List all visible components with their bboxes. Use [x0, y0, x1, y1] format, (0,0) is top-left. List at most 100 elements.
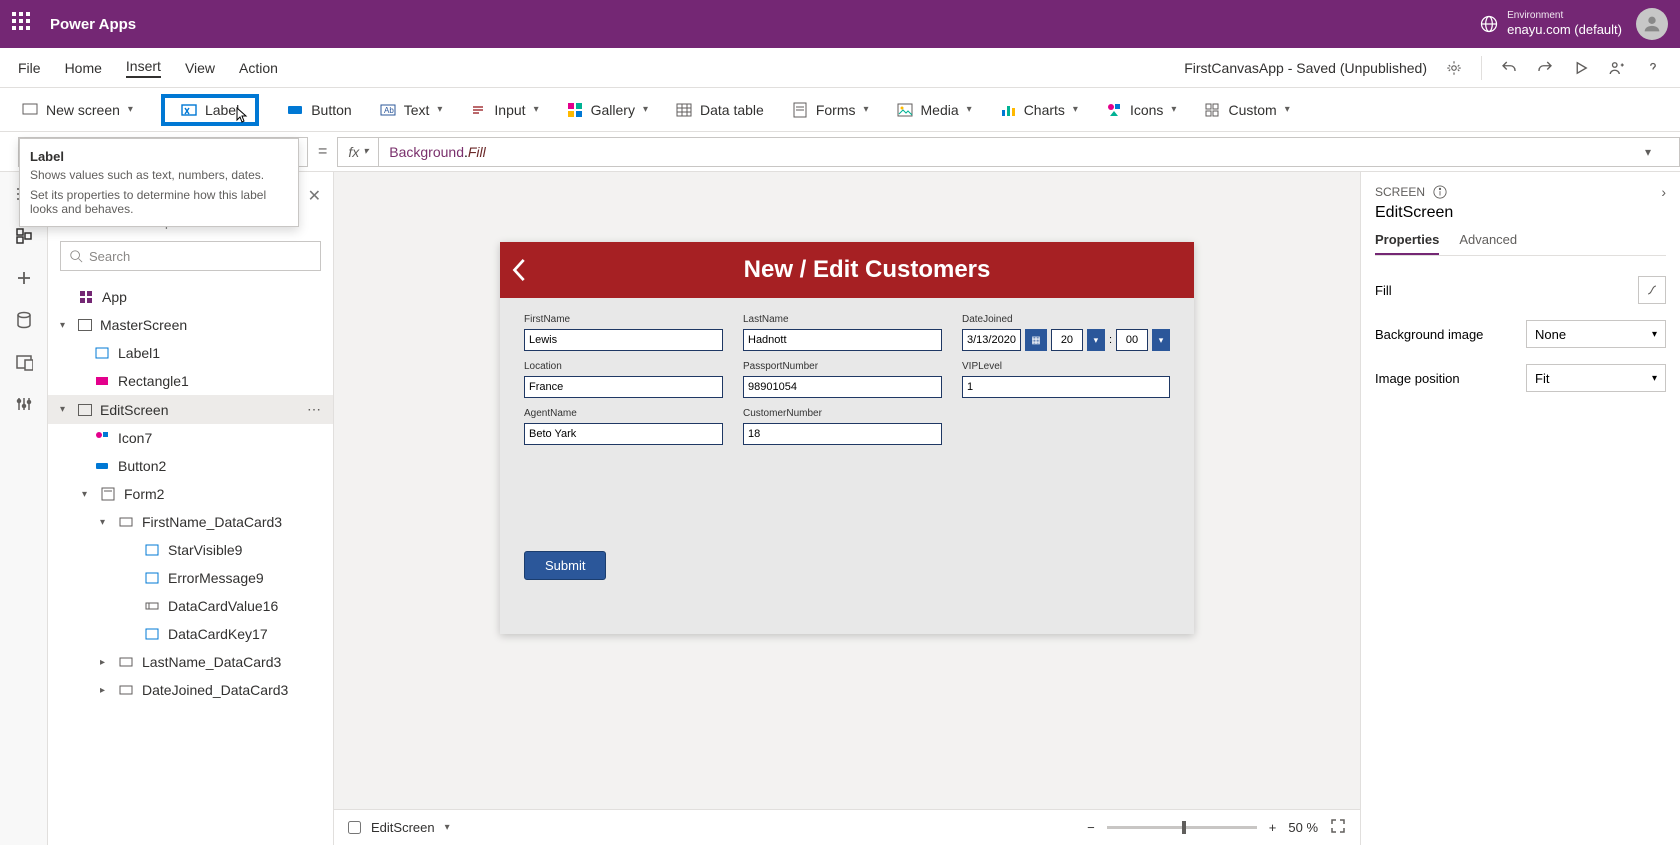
- tab-properties[interactable]: Properties: [1375, 232, 1439, 255]
- tree-node-rectangle1[interactable]: Rectangle1: [48, 367, 333, 395]
- data-icon[interactable]: [14, 310, 34, 330]
- tree-node-lastname-dc[interactable]: ▸LastName_DataCard3: [48, 648, 333, 676]
- play-button[interactable]: [1572, 59, 1590, 77]
- property-dropdown[interactable]: Fill ▾ Label Shows values such as text, …: [18, 137, 308, 167]
- zoom-out-button[interactable]: −: [1087, 820, 1095, 835]
- fill-swatch[interactable]: [1638, 276, 1666, 304]
- tree-node-datacardkey[interactable]: DataCardKey17: [48, 620, 333, 648]
- back-arrow-icon[interactable]: [500, 255, 540, 285]
- tree-node-datacardvalue[interactable]: DataCardValue16: [48, 592, 333, 620]
- fx-button[interactable]: fx▾: [337, 137, 379, 167]
- submit-button[interactable]: Submit: [524, 551, 606, 580]
- button-button[interactable]: Button: [287, 102, 351, 118]
- chevron-down-icon[interactable]: ▾: [1152, 329, 1170, 351]
- gallery-button[interactable]: Gallery▾: [567, 102, 648, 118]
- chevron-down-icon[interactable]: ▾: [100, 517, 110, 528]
- menu-home[interactable]: Home: [65, 60, 102, 76]
- tree-node-form2[interactable]: ▾Form2: [48, 480, 333, 508]
- advanced-tools-icon[interactable]: [14, 394, 34, 414]
- label-button[interactable]: Label: [161, 94, 259, 126]
- props-section-label: SCREEN: [1375, 185, 1425, 199]
- menu-view[interactable]: View: [185, 60, 215, 76]
- more-icon[interactable]: ⋯: [307, 401, 321, 418]
- undo-button[interactable]: [1500, 59, 1518, 77]
- fit-to-window-icon[interactable]: [1330, 818, 1346, 837]
- tree-close-icon[interactable]: ✕: [308, 186, 321, 206]
- tree-search-input[interactable]: Search: [60, 241, 321, 271]
- chevron-right-icon[interactable]: ▸: [100, 657, 110, 668]
- passport-input[interactable]: [743, 376, 942, 398]
- media-pane-icon[interactable]: [14, 352, 34, 372]
- zoom-value: 50: [1288, 820, 1302, 835]
- tree-node-starvisible[interactable]: StarVisible9: [48, 536, 333, 564]
- passport-label: PassportNumber: [743, 361, 942, 372]
- table-icon: [676, 102, 692, 118]
- redo-button[interactable]: [1536, 59, 1554, 77]
- media-button[interactable]: Media▾: [897, 102, 972, 118]
- custnum-label: CustomerNumber: [743, 408, 942, 419]
- screen-icon: [78, 404, 92, 416]
- minute-dropdown[interactable]: 00: [1116, 329, 1148, 351]
- chevron-down-icon[interactable]: ▾: [60, 404, 70, 415]
- new-screen-button[interactable]: New screen▾: [22, 102, 133, 118]
- text-button[interactable]: Ab Text▾: [380, 102, 443, 118]
- agent-input[interactable]: [524, 423, 723, 445]
- user-avatar[interactable]: [1636, 8, 1668, 40]
- datejoined-field: DateJoined 3/13/2020 ▦ 20 ▾ : 00 ▾: [962, 314, 1170, 351]
- calendar-icon[interactable]: ▦: [1025, 329, 1047, 351]
- breadcrumb-checkbox[interactable]: [348, 821, 361, 834]
- icons-label: Icons: [1130, 102, 1163, 118]
- chevron-right-icon[interactable]: ▸: [100, 685, 110, 696]
- waffle-icon[interactable]: [12, 12, 36, 36]
- input-button[interactable]: Input▾: [470, 102, 538, 118]
- hour-dropdown[interactable]: 20: [1051, 329, 1083, 351]
- zoom-in-button[interactable]: +: [1269, 820, 1277, 835]
- menu-file[interactable]: File: [18, 60, 41, 76]
- agent-field: AgentName: [524, 408, 723, 445]
- tree-node-button2[interactable]: Button2: [48, 452, 333, 480]
- chevron-down-icon[interactable]: ▾: [1087, 329, 1105, 351]
- checker-icon[interactable]: [1445, 59, 1463, 77]
- breadcrumb-label[interactable]: EditScreen: [371, 820, 435, 835]
- tree-node-errormessage[interactable]: ErrorMessage9: [48, 564, 333, 592]
- menu-insert[interactable]: Insert: [126, 58, 161, 78]
- bgimg-dropdown[interactable]: None▾: [1526, 320, 1666, 348]
- help-button[interactable]: [1644, 59, 1662, 77]
- custom-button[interactable]: Custom▾: [1204, 102, 1289, 118]
- forms-button[interactable]: Forms▾: [792, 102, 869, 118]
- imgpos-dropdown[interactable]: Fit▾: [1526, 364, 1666, 392]
- location-input[interactable]: [524, 376, 723, 398]
- chevron-down-icon[interactable]: ▾: [82, 489, 92, 500]
- canvas-inner[interactable]: New / Edit Customers FirstName LastName …: [334, 172, 1360, 809]
- tree-node-firstname-dc[interactable]: ▾FirstName_DataCard3: [48, 508, 333, 536]
- data-table-button[interactable]: Data table: [676, 102, 764, 118]
- insert-pane-icon[interactable]: [14, 268, 34, 288]
- firstname-input[interactable]: [524, 329, 723, 351]
- environment-label: Environment: [1507, 10, 1622, 22]
- custnum-input[interactable]: [743, 423, 942, 445]
- tree-node-editscreen[interactable]: ▾EditScreen⋯: [48, 395, 333, 424]
- svg-text:Ab: Ab: [384, 106, 394, 115]
- vip-input[interactable]: [962, 376, 1170, 398]
- tree-node-datejoined-dc[interactable]: ▸DateJoined_DataCard3: [48, 676, 333, 704]
- lastname-input[interactable]: [743, 329, 942, 351]
- share-button[interactable]: [1608, 59, 1626, 77]
- tree-node-label1[interactable]: Label1: [48, 339, 333, 367]
- tree-view-icon[interactable]: [14, 226, 34, 246]
- input-icon: [470, 102, 486, 118]
- environment-picker[interactable]: Environment enayu.com (default): [1479, 10, 1622, 38]
- tree-node-icon7[interactable]: Icon7: [48, 424, 333, 452]
- formula-input[interactable]: Background.Fill ▾: [379, 137, 1680, 167]
- tree-node-masterscreen[interactable]: ▾ MasterScreen: [48, 311, 333, 339]
- icons-button[interactable]: Icons▾: [1106, 102, 1177, 118]
- tab-advanced[interactable]: Advanced: [1459, 232, 1517, 255]
- tree-label: MasterScreen: [100, 317, 187, 333]
- menu-action[interactable]: Action: [239, 60, 278, 76]
- zoom-slider[interactable]: [1107, 826, 1257, 829]
- info-icon[interactable]: [1433, 185, 1447, 199]
- tree-node-app[interactable]: App: [48, 283, 333, 311]
- date-input[interactable]: 3/13/2020: [962, 329, 1021, 351]
- collapse-icon[interactable]: ›: [1661, 184, 1666, 200]
- charts-button[interactable]: Charts▾: [1000, 102, 1078, 118]
- chevron-down-icon[interactable]: ▾: [60, 320, 70, 331]
